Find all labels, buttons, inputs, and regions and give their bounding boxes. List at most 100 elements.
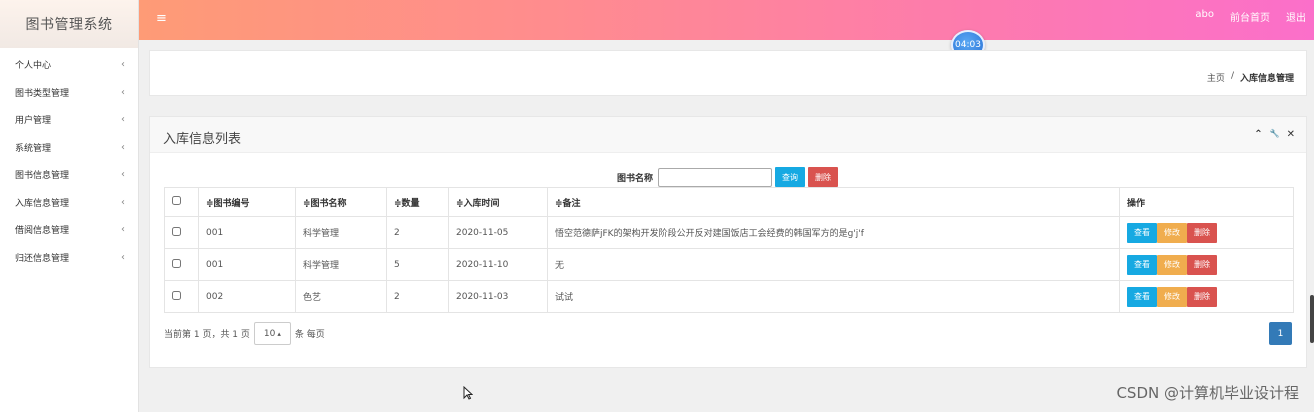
sidebar-item-book-type[interactable]: 图书类型管理 ‹: [0, 79, 138, 107]
stock-in-list-panel: 入库信息列表 ⌃ 🔧 ✕ 图书名称 查询 删除 ≑图书编号 ≑图书名称 ≑数量 …: [149, 116, 1307, 368]
sidebar-item-personal-center[interactable]: 个人中心 ‹: [0, 51, 138, 79]
cell-qty: 2: [386, 280, 449, 313]
delete-button[interactable]: 删除: [1187, 254, 1217, 275]
top-bar: ≡ abo 前台首页 退出: [139, 0, 1314, 40]
caret-up-icon: ▴: [277, 329, 281, 338]
search-button[interactable]: 查询: [775, 167, 806, 187]
hamburger-menu-icon[interactable]: ≡: [156, 11, 167, 26]
view-button[interactable]: 查看: [1127, 286, 1157, 307]
sidebar-item-system[interactable]: 系统管理 ‹: [0, 134, 138, 162]
select-all-header: [164, 187, 199, 217]
cell-code: 001: [198, 248, 296, 281]
logout-link[interactable]: 退出: [1286, 9, 1306, 24]
column-header-date[interactable]: ≑入库时间: [448, 187, 548, 217]
page-scrollbar[interactable]: [1310, 295, 1314, 343]
top-right-links: abo 前台首页 退出: [1195, 9, 1306, 24]
sidebar-item-label: 用户管理: [15, 116, 52, 127]
breadcrumb-home[interactable]: 主页: [1207, 71, 1225, 84]
cell-name: 科学管理: [295, 216, 387, 249]
column-header-code[interactable]: ≑图书编号: [198, 187, 296, 217]
sidebar-item-return[interactable]: 归还信息管理 ‹: [0, 244, 138, 272]
cell-note: 试试: [547, 280, 1120, 313]
chevron-left-icon: ‹: [121, 114, 125, 126]
wrench-icon[interactable]: 🔧: [1270, 129, 1280, 140]
table-header-row: ≑图书编号 ≑图书名称 ≑数量 ≑入库时间 ≑备注 操作: [164, 187, 1294, 217]
chevron-left-icon: ‹: [121, 251, 125, 263]
chevron-left-icon: ‹: [121, 196, 125, 208]
stock-in-table: ≑图书编号 ≑图书名称 ≑数量 ≑入库时间 ≑备注 操作 001 科学管理 2 …: [164, 187, 1294, 313]
column-header-name[interactable]: ≑图书名称: [295, 187, 387, 217]
sidebar-item-borrow[interactable]: 借阅信息管理 ‹: [0, 216, 138, 244]
page-number-button[interactable]: 1: [1269, 322, 1292, 345]
sidebar-item-users[interactable]: 用户管理 ‹: [0, 106, 138, 134]
column-header-actions: 操作: [1119, 187, 1294, 217]
cell-name: 色艺: [295, 280, 387, 313]
cell-note: 无: [547, 248, 1120, 281]
sidebar-menu: 个人中心 ‹ 图书类型管理 ‹ 用户管理 ‹ 系统管理 ‹ 图书信息管理 ‹ 入库信息管理…: [0, 51, 138, 271]
brand-title: 图书管理系统: [0, 0, 138, 48]
frontend-home-link[interactable]: 前台首页: [1230, 9, 1270, 24]
table-row: 001 科学管理 5 2020-11-10 无 查看 修改 删除: [164, 248, 1294, 281]
delete-button[interactable]: 删除: [1187, 222, 1217, 243]
delete-button[interactable]: 删除: [1187, 286, 1217, 307]
chevron-left-icon: ‹: [121, 169, 125, 181]
column-header-note[interactable]: ≑备注: [547, 187, 1120, 217]
cell-date: 2020-11-10: [448, 248, 548, 281]
table-row: 002 色艺 2 2020-11-03 试试 查看 修改 删除: [164, 280, 1294, 313]
breadcrumb-separator: /: [1230, 71, 1234, 81]
chevron-left-icon: ‹: [121, 141, 125, 153]
panel-title: 入库信息列表: [163, 132, 242, 147]
select-all-checkbox[interactable]: [172, 196, 181, 205]
book-name-search-input[interactable]: [658, 167, 773, 187]
cell-qty: 2: [386, 216, 449, 249]
close-icon[interactable]: ✕: [1287, 129, 1295, 140]
row-checkbox[interactable]: [172, 258, 181, 268]
collapse-icon[interactable]: ⌃: [1254, 129, 1262, 140]
row-checkbox[interactable]: [172, 226, 181, 236]
search-label: 图书名称: [617, 173, 654, 184]
sidebar-item-book-info[interactable]: 图书信息管理 ‹: [0, 161, 138, 189]
row-checkbox[interactable]: [172, 290, 181, 300]
panel-tools: ⌃ 🔧 ✕: [1254, 129, 1295, 140]
breadcrumb: 主页 / 入库信息管理: [1207, 71, 1294, 84]
batch-delete-button[interactable]: 删除: [808, 167, 839, 187]
sidebar-item-label: 归还信息管理: [15, 253, 70, 264]
per-page-label: 条 每页: [294, 330, 325, 340]
cell-qty: 5: [386, 248, 449, 281]
mouse-pointer-icon: [463, 385, 474, 404]
username-link[interactable]: abo: [1195, 9, 1214, 24]
cell-code: 002: [198, 280, 296, 313]
cell-name: 科学管理: [295, 248, 387, 281]
row-select-cell: [164, 280, 199, 313]
sidebar-item-label: 入库信息管理: [15, 198, 70, 209]
sidebar-item-label: 系统管理: [15, 143, 52, 154]
sidebar-item-label: 图书类型管理: [15, 88, 70, 99]
view-button[interactable]: 查看: [1127, 222, 1157, 243]
row-select-cell: [164, 248, 199, 281]
chevron-left-icon: ‹: [121, 224, 125, 236]
sidebar-item-label: 图书信息管理: [15, 171, 70, 182]
cell-actions: 查看 修改 删除: [1119, 280, 1294, 313]
chevron-left-icon: ‹: [121, 59, 125, 71]
edit-button[interactable]: 修改: [1157, 254, 1187, 275]
cell-date: 2020-11-03: [448, 280, 548, 313]
column-header-qty[interactable]: ≑数量: [386, 187, 449, 217]
cell-date: 2020-11-05: [448, 216, 548, 249]
panel-header: 入库信息列表 ⌃ 🔧 ✕: [150, 117, 1306, 153]
cell-note: 悟空范德萨jFK的架构开发阶段公开反对建国饭店工会经费的韩国军方的是g'j'f: [547, 216, 1120, 249]
page-size-select[interactable]: 10 ▴: [253, 322, 291, 345]
chevron-left-icon: ‹: [121, 86, 125, 98]
sidebar-item-label: 个人中心: [15, 61, 52, 72]
sidebar-item-stock-in[interactable]: 入库信息管理 ‹: [0, 189, 138, 217]
pagination-info: 当前第 1 页，共 1 页 10 ▴ 条 每页: [164, 322, 325, 345]
page-summary: 当前第 1 页，共 1 页: [164, 330, 250, 340]
edit-button[interactable]: 修改: [1157, 222, 1187, 243]
row-select-cell: [164, 216, 199, 249]
cell-actions: 查看 修改 删除: [1119, 216, 1294, 249]
breadcrumb-current: 入库信息管理: [1239, 74, 1294, 84]
search-row: 图书名称 查询 删除: [617, 167, 839, 187]
view-button[interactable]: 查看: [1127, 254, 1157, 275]
edit-button[interactable]: 修改: [1157, 286, 1187, 307]
sidebar: 图书管理系统 个人中心 ‹ 图书类型管理 ‹ 用户管理 ‹ 系统管理 ‹ 图书信息管理 ‹…: [0, 0, 139, 412]
cell-actions: 查看 修改 删除: [1119, 248, 1294, 281]
